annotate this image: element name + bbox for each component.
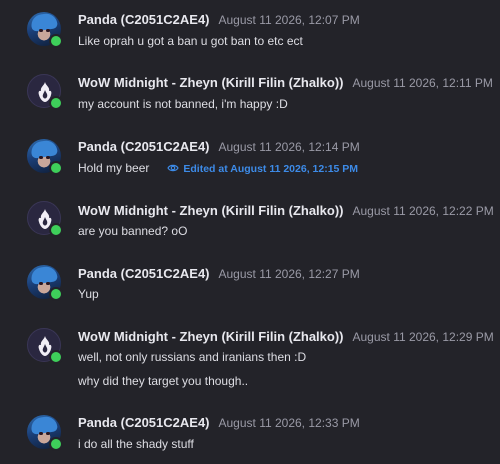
online-status-icon	[49, 287, 63, 301]
author-name[interactable]: Panda (C2051C2AE4)	[78, 266, 210, 281]
online-status-icon	[49, 161, 63, 175]
edited-indicator[interactable]: Edited at August 11 2026, 12:15 PM	[167, 163, 358, 175]
author-name[interactable]: WoW Midnight - Zheyn (Kirill Filin (Zhal…	[78, 329, 344, 344]
message-text-row: Hold my beer Edited at August 11 2026, 12…	[78, 161, 358, 175]
message-text: Hold my beer	[78, 161, 150, 175]
message-timestamp: August 11 2026, 12:27 PM	[218, 267, 360, 281]
author-name[interactable]: Panda (C2051C2AE4)	[78, 415, 210, 430]
avatar[interactable]	[27, 74, 63, 110]
online-status-icon	[49, 350, 63, 364]
message-timestamp: August 11 2026, 12:22 PM	[352, 204, 494, 218]
online-status-icon	[49, 437, 63, 451]
eye-icon	[167, 164, 180, 172]
author-name[interactable]: Panda (C2051C2AE4)	[78, 12, 210, 27]
message-header: WoW Midnight - Zheyn (Kirill Filin (Zhal…	[78, 74, 493, 92]
message-text: Yup	[78, 287, 99, 301]
author-name[interactable]: WoW Midnight - Zheyn (Kirill Filin (Zhal…	[78, 203, 344, 218]
message-header: WoW Midnight - Zheyn (Kirill Filin (Zhal…	[78, 328, 494, 346]
author-name[interactable]: WoW Midnight - Zheyn (Kirill Filin (Zhal…	[78, 75, 344, 90]
edited-label: Edited at August 11 2026, 12:15 PM	[183, 163, 359, 175]
online-status-icon	[49, 223, 63, 237]
author-name[interactable]: Panda (C2051C2AE4)	[78, 139, 210, 154]
message-text: why did they target you though..	[78, 374, 249, 388]
avatar[interactable]	[27, 415, 63, 451]
message-text: Like oprah u got a ban u got ban to etc …	[78, 34, 303, 48]
message-timestamp: August 11 2026, 12:07 PM	[218, 13, 360, 27]
message-header: Panda (C2051C2AE4) August 11 2026, 12:27 …	[78, 265, 360, 283]
chat-message-list: Panda (C2051C2AE4) August 11 2026, 12:07 …	[0, 0, 500, 464]
message-text: are you banned? oO	[78, 224, 188, 238]
avatar[interactable]	[27, 265, 63, 301]
message-timestamp: August 11 2026, 12:29 PM	[352, 330, 494, 344]
avatar[interactable]	[27, 328, 63, 364]
message-header: Panda (C2051C2AE4) August 11 2026, 12:14 …	[78, 138, 360, 156]
message-header: Panda (C2051C2AE4) August 11 2026, 12:33 …	[78, 414, 360, 432]
online-status-icon	[49, 96, 63, 110]
message-text: well, not only russians and iranians the…	[78, 350, 307, 364]
avatar[interactable]	[27, 12, 63, 48]
message-timestamp: August 11 2026, 12:11 PM	[352, 76, 493, 90]
message-text: i do all the shady stuff	[78, 437, 194, 451]
avatar[interactable]	[27, 201, 63, 237]
online-status-icon	[49, 34, 63, 48]
message-text: my account is not banned, i'm happy :D	[78, 97, 288, 111]
message-timestamp: August 11 2026, 12:33 PM	[218, 416, 360, 430]
message-header: WoW Midnight - Zheyn (Kirill Filin (Zhal…	[78, 202, 494, 220]
message-header: Panda (C2051C2AE4) August 11 2026, 12:07 …	[78, 11, 360, 29]
message-timestamp: August 11 2026, 12:14 PM	[218, 140, 360, 154]
avatar[interactable]	[27, 139, 63, 175]
